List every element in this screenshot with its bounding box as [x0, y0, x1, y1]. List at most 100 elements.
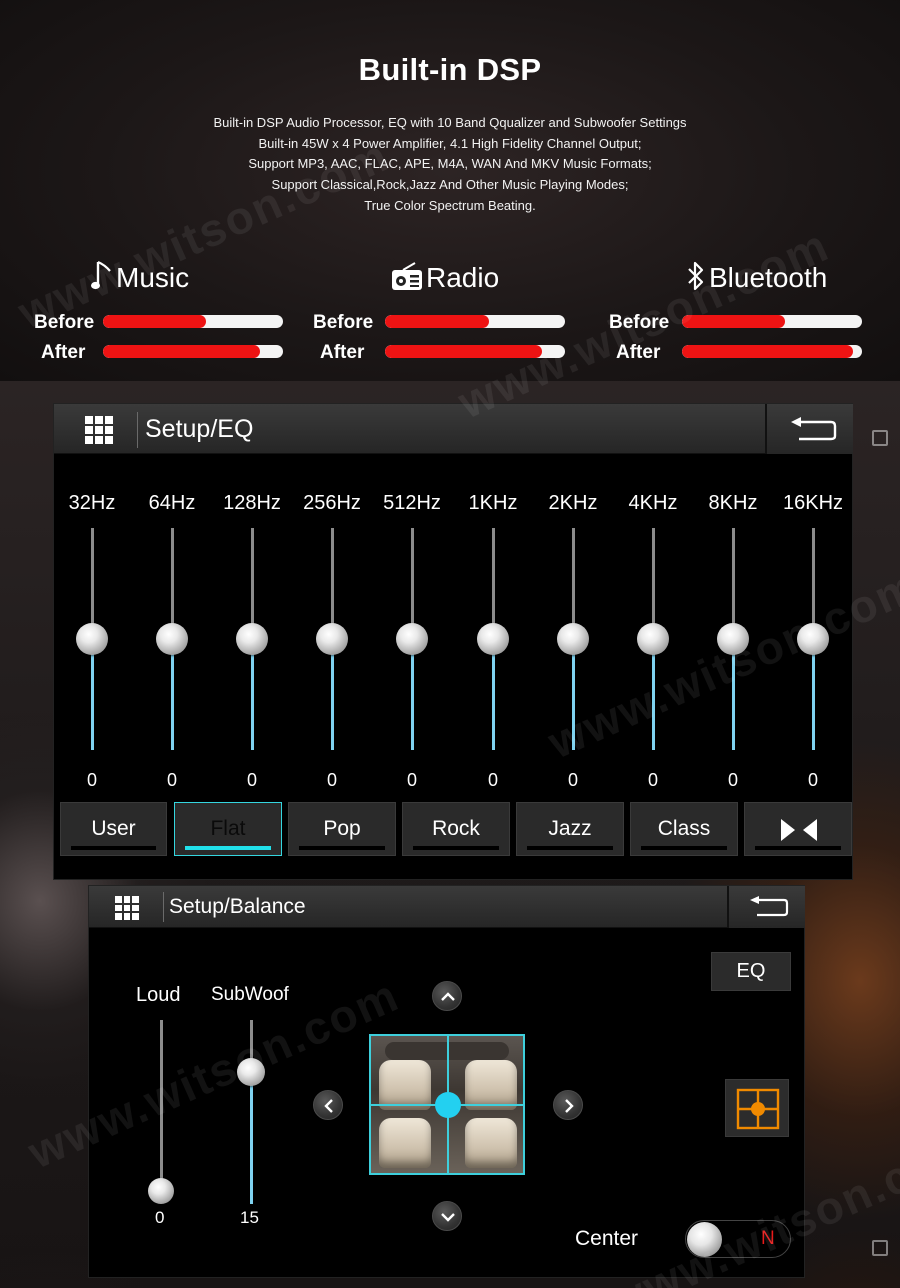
- before-bar: [103, 315, 283, 328]
- eq-titlebar: Setup/EQ: [54, 404, 853, 454]
- corner-mark-icon: [872, 1240, 888, 1256]
- before-bar-fill: [103, 315, 206, 328]
- chevron-right-icon: [565, 1099, 574, 1113]
- titlebar-divider: [137, 412, 138, 448]
- eq-band-track-fill: [91, 640, 94, 750]
- eq-band-label: 8KHz: [708, 492, 758, 514]
- eq-band-value: 0: [326, 770, 337, 790]
- seat-rear-left: [379, 1118, 431, 1168]
- menu-grid-icon[interactable]: [115, 896, 139, 920]
- eq-band-slider-knob[interactable]: [477, 623, 509, 655]
- eq-band-value: 0: [567, 770, 578, 790]
- seat-rear-right: [465, 1118, 517, 1168]
- preset-label: Jazz: [548, 817, 592, 840]
- seat-front-right: [465, 1060, 517, 1110]
- focus-button[interactable]: [725, 1079, 789, 1137]
- hero-title: Built-in DSP: [358, 52, 542, 87]
- eq-band-label: 1KHz: [468, 492, 518, 514]
- preset-rock[interactable]: Rock: [402, 802, 510, 856]
- balance-right-button[interactable]: [553, 1090, 583, 1120]
- chevron-up-icon: [441, 992, 455, 1001]
- preset-user[interactable]: User: [60, 802, 167, 856]
- preset-pop[interactable]: Pop: [288, 802, 396, 856]
- eq-band-value: 0: [86, 770, 97, 790]
- after-label: After: [41, 342, 86, 363]
- preset-flat[interactable]: Flat: [174, 802, 282, 856]
- eq-band-slider-knob[interactable]: [156, 623, 188, 655]
- subwoofer-value: 15: [240, 1208, 259, 1227]
- preset-label: Rock: [432, 817, 480, 840]
- menu-grid-icon[interactable]: [85, 416, 113, 444]
- eq-band-label: 256Hz: [303, 492, 361, 514]
- after-bar: [682, 345, 862, 358]
- back-button[interactable]: [765, 404, 853, 454]
- preset-jazz[interactable]: Jazz: [516, 802, 624, 856]
- eq-band-slider-knob[interactable]: [236, 623, 268, 655]
- eq-band-label: 4KHz: [628, 492, 678, 514]
- eq-band-value: 0: [406, 770, 417, 790]
- corner-mark-icon: [872, 430, 888, 446]
- hero-description-line: Support MP3, AAC, FLAC, APE, M4A, WAN An…: [248, 156, 652, 172]
- seat-balance-map[interactable]: [369, 1034, 525, 1175]
- balance-down-button[interactable]: [432, 1201, 462, 1231]
- subwoofer-track-fill: [250, 1070, 253, 1204]
- hero-description: Built-in DSP Audio Processor, EQ with 10…: [0, 113, 900, 217]
- sound-field-button[interactable]: [744, 802, 852, 856]
- back-arrow-icon: [791, 417, 837, 441]
- after-bar: [103, 345, 283, 358]
- listening-position-icon: [736, 1088, 780, 1130]
- eq-presets: User Flat Pop Rock Jazz Class: [60, 802, 852, 856]
- eq-band-slider-knob[interactable]: [76, 623, 108, 655]
- eq-band-slider-knob[interactable]: [396, 623, 428, 655]
- eq-band-slider-knob[interactable]: [316, 623, 348, 655]
- eq-band-label: 128Hz: [223, 492, 281, 514]
- eq-band-track-fill: [251, 640, 254, 750]
- seat-front-left: [379, 1060, 431, 1110]
- preset-label: Flat: [210, 817, 246, 840]
- eq-band-label: 64Hz: [148, 492, 196, 514]
- eq-band-track-fill: [492, 640, 495, 750]
- eq-band-label: 512Hz: [383, 492, 441, 514]
- eq-band-value: 0: [647, 770, 658, 790]
- subwoofer-label: SubWoof: [211, 984, 289, 1005]
- eq-button[interactable]: EQ: [711, 952, 791, 991]
- hero-description-line: True Color Spectrum Beating.: [364, 197, 536, 213]
- eq-band-value: 0: [487, 770, 498, 790]
- preset-label: Pop: [323, 817, 361, 840]
- eq-band-value: 0: [727, 770, 738, 790]
- eq-band-label: 16KHz: [782, 492, 844, 514]
- hero-description-line: Built-in DSP Audio Processor, EQ with 10…: [213, 115, 687, 130]
- chevron-down-icon: [441, 1213, 455, 1222]
- balance-left-button[interactable]: [313, 1090, 343, 1120]
- dsp-hero: Built-in DSP Built-in DSP Audio Processo…: [0, 0, 900, 381]
- balance-up-button[interactable]: [432, 981, 462, 1011]
- page-title: Setup/Balance: [169, 895, 306, 918]
- back-button[interactable]: [727, 886, 805, 928]
- eq-band-slider-knob[interactable]: [557, 623, 589, 655]
- eq-band-label: 2KHz: [548, 492, 598, 514]
- before-bar: [385, 315, 565, 328]
- preset-class[interactable]: Class: [630, 802, 738, 856]
- eq-band-value: 0: [807, 770, 818, 790]
- after-bar-fill: [103, 345, 260, 358]
- loud-label: Loud: [136, 984, 181, 1006]
- balance-position-marker[interactable]: [435, 1092, 461, 1118]
- loud-value: 0: [155, 1208, 165, 1227]
- loud-slider-knob[interactable]: [148, 1178, 174, 1204]
- eq-band-value: 0: [246, 770, 257, 790]
- eq-band-track-fill: [171, 640, 174, 750]
- eq-band-value: 0: [166, 770, 177, 790]
- comparison-title: Radio: [426, 262, 500, 293]
- comparison-header: Radio: [391, 258, 499, 298]
- titlebar-divider: [163, 892, 164, 922]
- after-label: After: [320, 342, 365, 363]
- chevron-left-icon: [324, 1099, 333, 1113]
- eq-band-slider-knob[interactable]: [637, 623, 669, 655]
- before-label: Before: [313, 312, 374, 333]
- center-label: Center: [575, 1227, 639, 1250]
- page-title: Setup/EQ: [145, 415, 254, 443]
- eq-band-label: 32Hz: [68, 492, 116, 514]
- preset-label: Class: [657, 817, 711, 840]
- radio-icon: [391, 261, 423, 296]
- eq-band-track-fill: [411, 640, 414, 750]
